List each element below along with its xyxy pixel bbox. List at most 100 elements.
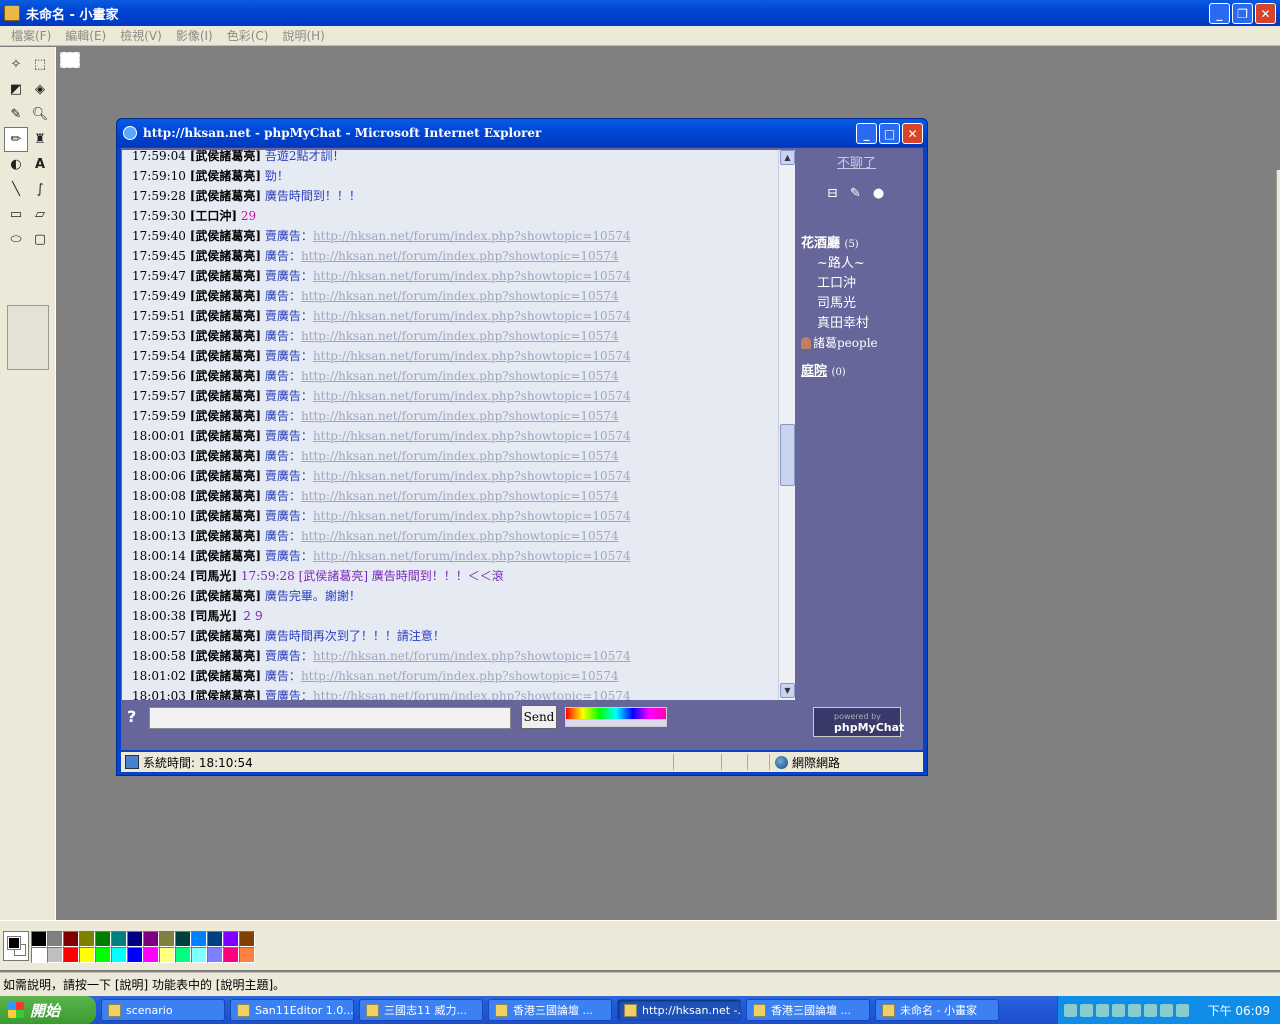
ie-minimize-button[interactable]: _: [856, 123, 877, 144]
message-nick[interactable]: [武侯諸葛亮]: [190, 509, 261, 523]
color-swatch[interactable]: [31, 947, 47, 963]
menu-help[interactable]: 說明(H): [275, 27, 331, 44]
message-link[interactable]: http://hksan.net/forum/index.php?showtop…: [301, 329, 619, 343]
status-dot-icon[interactable]: ●: [873, 186, 884, 201]
powered-by-logo[interactable]: powered by phpMyChat: [813, 707, 904, 737]
curve-icon[interactable]: ∫: [28, 177, 52, 202]
color-swatch[interactable]: [223, 931, 239, 947]
collapse-icon[interactable]: ⊟: [827, 186, 838, 201]
rect-select-icon[interactable]: ⬚: [28, 52, 52, 77]
color-swatch[interactable]: [207, 931, 223, 947]
room-garden[interactable]: 庭院 (0): [801, 360, 846, 379]
tool-options-panel[interactable]: [7, 305, 49, 370]
start-button[interactable]: 開始: [0, 996, 96, 1024]
current-user[interactable]: 諸葛people: [801, 334, 878, 351]
color-swatch[interactable]: [223, 947, 239, 963]
task-button[interactable]: scenario: [101, 999, 225, 1021]
chat-scrollbar[interactable]: ▲ ▼: [778, 150, 795, 700]
message-link[interactable]: http://hksan.net/forum/index.php?showtop…: [313, 469, 631, 483]
tray-icon[interactable]: [1128, 1003, 1141, 1017]
message-nick[interactable]: [武侯諸葛亮]: [190, 389, 261, 403]
color-swatch[interactable]: [95, 931, 111, 947]
message-nick[interactable]: [司馬光]: [190, 609, 237, 623]
text-icon[interactable]: A: [28, 152, 52, 177]
color-swatch[interactable]: [63, 947, 79, 963]
airbrush-icon[interactable]: ◐: [4, 152, 28, 177]
color-swatch[interactable]: [79, 947, 95, 963]
free-select-icon[interactable]: ✧: [4, 52, 28, 77]
tray-icon[interactable]: [1176, 1003, 1189, 1017]
message-nick[interactable]: [武侯諸葛亮]: [190, 229, 261, 243]
task-button[interactable]: 三國志11 威力...: [359, 999, 483, 1021]
tray-icon[interactable]: [1112, 1003, 1125, 1017]
message-nick[interactable]: [武侯諸葛亮]: [190, 429, 261, 443]
color-swatch[interactable]: [239, 947, 255, 963]
message-nick[interactable]: [武侯諸葛亮]: [190, 549, 261, 563]
message-nick[interactable]: [武侯諸葛亮]: [190, 469, 261, 483]
message-nick[interactable]: [武侯諸葛亮]: [190, 529, 261, 543]
message-nick[interactable]: [武侯諸葛亮]: [190, 289, 261, 303]
message-nick[interactable]: [武侯諸葛亮]: [190, 589, 261, 603]
user-item[interactable]: 真田幸村: [817, 312, 869, 331]
message-link[interactable]: http://hksan.net/forum/index.php?showtop…: [313, 649, 631, 663]
message-nick[interactable]: [武侯諸葛亮]: [190, 369, 261, 383]
ie-maximize-button[interactable]: □: [879, 123, 900, 144]
paint-app-icon[interactable]: [4, 5, 20, 21]
message-nick[interactable]: [武侯諸葛亮]: [190, 409, 261, 423]
task-button[interactable]: http://hksan.net -...: [617, 999, 741, 1021]
help-icon[interactable]: ?: [127, 707, 136, 726]
color-swatch[interactable]: [63, 931, 79, 947]
task-button[interactable]: 未命名 - 小畫家: [875, 999, 999, 1021]
task-button[interactable]: 香港三國論壇 ...: [488, 999, 612, 1021]
message-nick[interactable]: [武侯諸葛亮]: [190, 689, 261, 700]
scroll-up-icon[interactable]: ▲: [780, 150, 795, 165]
message-link[interactable]: http://hksan.net/forum/index.php?showtop…: [301, 669, 619, 683]
tools-icon[interactable]: ✎: [850, 186, 861, 201]
minimize-button[interactable]: _: [1209, 3, 1230, 24]
magnifier-icon[interactable]: 🔍︎: [28, 102, 52, 127]
message-link[interactable]: http://hksan.net/forum/index.php?showtop…: [313, 269, 631, 283]
menu-image[interactable]: 影像(I): [169, 27, 220, 44]
message-link[interactable]: http://hksan.net/forum/index.php?showtop…: [313, 389, 631, 403]
color-swatch[interactable]: [191, 931, 207, 947]
message-link[interactable]: http://hksan.net/forum/index.php?showtop…: [313, 429, 631, 443]
color-swatch[interactable]: [143, 931, 159, 947]
message-nick[interactable]: [武侯諸葛亮]: [190, 309, 261, 323]
message-link[interactable]: http://hksan.net/forum/index.php?showtop…: [301, 289, 619, 303]
tray-icon[interactable]: [1096, 1003, 1109, 1017]
menu-colors[interactable]: 色彩(C): [220, 27, 276, 44]
message-nick[interactable]: [武侯諸葛亮]: [190, 169, 261, 183]
user-item[interactable]: 工口沖: [817, 272, 856, 291]
message-link[interactable]: http://hksan.net/forum/index.php?showtop…: [301, 449, 619, 463]
color-swatch[interactable]: [239, 931, 255, 947]
color-swatch[interactable]: [159, 947, 175, 963]
color-swatch[interactable]: [111, 947, 127, 963]
color-picker-lower[interactable]: [565, 719, 667, 727]
color-swatch[interactable]: [207, 947, 223, 963]
task-button[interactable]: San11Editor 1.0...: [230, 999, 354, 1021]
message-nick[interactable]: [武侯諸葛亮]: [190, 629, 261, 643]
message-link[interactable]: http://hksan.net/forum/index.php?showtop…: [301, 529, 619, 543]
menu-view[interactable]: 檢視(V): [113, 27, 169, 44]
message-nick[interactable]: [武侯諸葛亮]: [190, 449, 261, 463]
message-link[interactable]: http://hksan.net/forum/index.php?showtop…: [301, 369, 619, 383]
message-nick[interactable]: [武侯諸葛亮]: [190, 489, 261, 503]
menu-file[interactable]: 檔案(F): [4, 27, 58, 44]
send-button[interactable]: Send: [521, 705, 557, 729]
message-link[interactable]: http://hksan.net/forum/index.php?showtop…: [313, 349, 631, 363]
message-nick[interactable]: [武侯諸葛亮]: [190, 649, 261, 663]
message-link[interactable]: http://hksan.net/forum/index.php?showtop…: [313, 549, 631, 563]
message-nick[interactable]: [武侯諸葛亮]: [190, 349, 261, 363]
message-nick[interactable]: [武侯諸葛亮]: [190, 669, 261, 683]
fill-bucket-icon[interactable]: ◈: [28, 77, 52, 102]
color-picker-icon[interactable]: ✎: [4, 102, 28, 127]
message-link[interactable]: http://hksan.net/forum/index.php?showtop…: [313, 309, 631, 323]
close-button[interactable]: ✕: [1255, 3, 1276, 24]
tray-icon[interactable]: [1064, 1003, 1077, 1017]
tray-icon[interactable]: [1160, 1003, 1173, 1017]
user-item[interactable]: ~路人~: [817, 252, 865, 271]
color-swatch[interactable]: [31, 931, 47, 947]
paint-canvas[interactable]: [60, 52, 80, 68]
color-swatch[interactable]: [191, 947, 207, 963]
restore-button[interactable]: ❐: [1232, 3, 1253, 24]
